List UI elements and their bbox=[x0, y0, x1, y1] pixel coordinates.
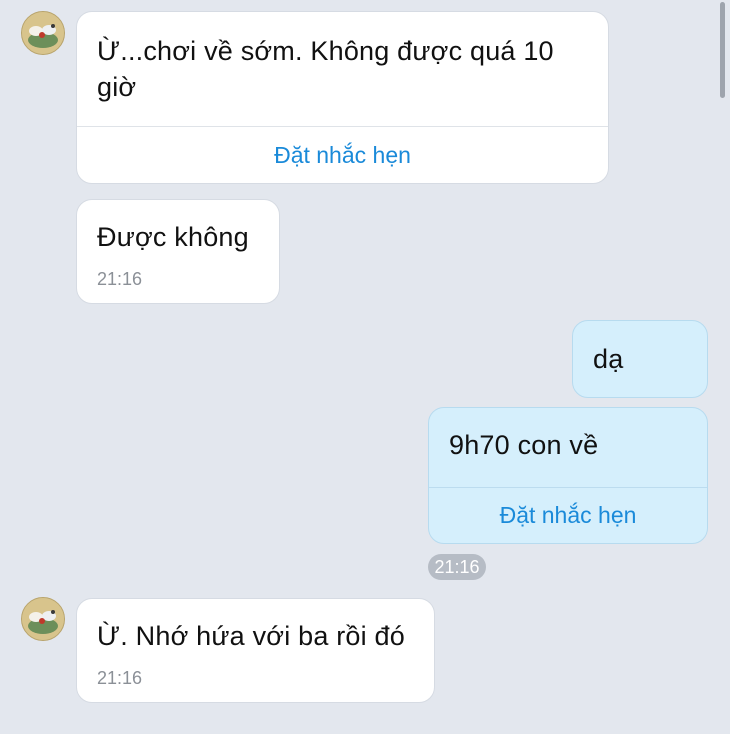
message-timestamp: 21:16 bbox=[97, 668, 143, 688]
message-text: Ừ. Nhớ hứa với ba rồi đó bbox=[97, 621, 405, 651]
message-text: Ừ...chơi về sớm. Không được quá 10 bbox=[97, 36, 554, 66]
message-bubble-outgoing[interactable]: 9h70 con về Đặt nhắc hẹn bbox=[428, 407, 708, 544]
message-bubble-incoming[interactable]: Ừ...chơi về sớm. Không được quá 10 giờ Đ… bbox=[76, 11, 609, 184]
message-bubble-incoming[interactable]: Được không 21:16 bbox=[76, 199, 280, 304]
message-bubble-incoming[interactable]: Ừ. Nhớ hứa với ba rồi đó 21:16 bbox=[76, 598, 435, 703]
message-text-continued: giờ bbox=[97, 72, 137, 102]
bubble-divider bbox=[429, 487, 707, 488]
contact-avatar-icon[interactable] bbox=[21, 597, 65, 641]
message-timestamp: 21:16 bbox=[97, 269, 143, 289]
avatar-image bbox=[22, 598, 64, 640]
timestamp-chip: 21:16 bbox=[428, 554, 486, 580]
set-reminder-button[interactable]: Đặt nhắc hẹn bbox=[429, 502, 707, 529]
avatar-image bbox=[22, 12, 64, 54]
bubble-divider bbox=[77, 126, 608, 127]
message-text: dạ bbox=[593, 344, 624, 374]
message-bubble-outgoing[interactable]: dạ bbox=[572, 320, 708, 398]
message-text: Được không bbox=[97, 222, 249, 252]
scrollbar[interactable] bbox=[720, 2, 725, 98]
set-reminder-button[interactable]: Đặt nhắc hẹn bbox=[77, 142, 608, 169]
contact-avatar-icon[interactable] bbox=[21, 11, 65, 55]
message-text: 9h70 con về bbox=[449, 430, 599, 460]
